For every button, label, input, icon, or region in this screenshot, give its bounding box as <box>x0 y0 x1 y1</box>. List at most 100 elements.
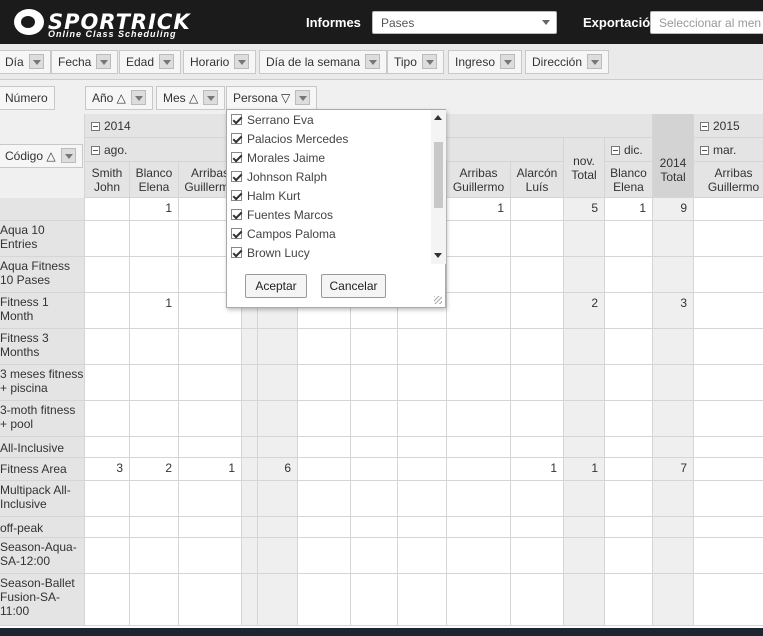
checkbox-checked-icon[interactable] <box>231 209 242 220</box>
value-cell <box>511 574 564 626</box>
persona-option[interactable]: Serrano Eva <box>227 110 431 129</box>
checkbox-checked-icon[interactable] <box>231 133 242 144</box>
collapse-icon[interactable] <box>91 146 100 155</box>
filter-dropdown-icon[interactable] <box>587 54 603 70</box>
persona-option[interactable]: Palacios Mercedes <box>227 129 431 148</box>
filter-dropdown-icon[interactable] <box>28 54 44 70</box>
persona-option[interactable]: Campos Paloma <box>227 224 431 243</box>
filter-dia-semana[interactable]: Día de la semana <box>259 50 388 74</box>
value-cell <box>564 401 605 437</box>
field-label: Código △ <box>5 149 56 163</box>
filter-ingreso[interactable]: Ingreso <box>448 50 523 74</box>
filter-dropdown-icon[interactable] <box>365 54 381 70</box>
filter-edad[interactable]: Edad <box>119 50 182 74</box>
popup-scrollbar[interactable] <box>431 110 446 264</box>
persona-option[interactable]: Johnson Ralph <box>227 167 431 186</box>
month-mar-header[interactable]: mar. <box>694 138 763 162</box>
filter-dropdown-icon[interactable] <box>500 54 516 70</box>
field-anio[interactable]: Año △ <box>85 86 153 110</box>
collapse-icon[interactable] <box>700 122 709 131</box>
cancel-button[interactable]: Cancelar <box>321 274 386 298</box>
field-dropdown-icon[interactable] <box>130 90 146 106</box>
value-cell <box>130 221 179 257</box>
checkbox-checked-icon[interactable] <box>231 247 242 258</box>
field-label: Persona ▽ <box>233 91 291 105</box>
value-cell <box>653 257 694 293</box>
value-cell <box>694 257 763 293</box>
value-cell <box>694 221 763 257</box>
checkbox-checked-icon[interactable] <box>231 114 242 125</box>
value-cell <box>242 458 258 481</box>
value-cell <box>694 517 763 538</box>
value-cell <box>694 538 763 574</box>
scroll-up-icon[interactable] <box>434 115 442 120</box>
resize-grip-icon[interactable] <box>434 296 442 304</box>
value-cell <box>605 517 653 538</box>
filter-dropdown-icon[interactable] <box>421 54 437 70</box>
checkbox-checked-icon[interactable] <box>231 228 242 239</box>
field-dropdown-icon[interactable] <box>203 90 219 106</box>
field-dropdown-icon[interactable] <box>295 90 311 106</box>
collapse-icon[interactable] <box>700 146 709 155</box>
row-header-area: Código △ <box>0 114 85 198</box>
filter-tipo[interactable]: Tipo <box>387 50 444 74</box>
value-cell <box>447 257 511 293</box>
persona-checkbox-list[interactable]: Serrano Eva Palacios Mercedes Morales Ja… <box>227 110 431 264</box>
filter-direccion[interactable]: Dirección <box>525 50 610 74</box>
persona-option-label: Morales Jaime <box>247 150 326 165</box>
informes-select[interactable]: Pases <box>372 11 557 34</box>
logo-subtitle: Online Class Scheduling <box>48 29 177 39</box>
field-mes[interactable]: Mes △ <box>156 86 226 110</box>
value-cell <box>447 329 511 365</box>
value-cell <box>605 437 653 458</box>
value-cell <box>351 538 398 574</box>
month-dic-header[interactable]: dic. <box>605 138 653 162</box>
field-numero[interactable]: Número <box>0 86 55 110</box>
checkbox-checked-icon[interactable] <box>231 171 242 182</box>
filter-horario[interactable]: Horario <box>183 50 257 74</box>
value-cell: 1 <box>130 198 179 221</box>
persona-option-label: Palacios Mercedes <box>247 131 349 146</box>
checkbox-checked-icon[interactable] <box>231 190 242 201</box>
logo-icon <box>14 9 44 35</box>
value-cell <box>85 517 130 538</box>
value-cell <box>511 401 564 437</box>
persona-option[interactable]: Fuentes Marcos <box>227 205 431 224</box>
filter-dropdown-icon[interactable] <box>96 54 112 70</box>
value-cell <box>605 574 653 626</box>
checkbox-checked-icon[interactable] <box>231 152 242 163</box>
informes-label: Informes <box>306 15 361 30</box>
year-2015-header[interactable]: 2015 <box>694 114 763 138</box>
value-cell <box>242 481 258 517</box>
field-persona[interactable]: Persona ▽ <box>226 86 318 110</box>
persona-option-label: Johnson Ralph <box>247 169 328 184</box>
filter-dropdown-icon[interactable] <box>234 54 250 70</box>
value-cell: 6 <box>258 458 298 481</box>
scroll-down-icon[interactable] <box>434 253 442 258</box>
month-nov-total-header: nov. Total <box>564 138 605 198</box>
value-cell <box>564 574 605 626</box>
filter-dropdown-icon[interactable] <box>159 54 175 70</box>
value-cell <box>653 574 694 626</box>
collapse-icon[interactable] <box>91 122 100 131</box>
value-cell <box>694 293 763 329</box>
accept-button[interactable]: Aceptar <box>245 274 307 298</box>
export-select[interactable]: Seleccionar al men <box>650 11 763 34</box>
collapse-icon[interactable] <box>611 146 620 155</box>
value-cell <box>130 329 179 365</box>
value-cell <box>298 517 351 538</box>
value-cell <box>130 365 179 401</box>
persona-option-label: Fuentes Marcos <box>247 207 334 222</box>
persona-option[interactable]: Morales Jaime <box>227 148 431 167</box>
persona-option[interactable]: Halm Kurt <box>227 186 431 205</box>
filter-fecha[interactable]: Fecha <box>51 50 119 74</box>
value-cell <box>242 538 258 574</box>
filter-dia[interactable]: Día <box>0 50 51 74</box>
value-cell: 2 <box>564 293 605 329</box>
persona-option[interactable]: Brown Lucy <box>227 243 431 262</box>
scroll-thumb[interactable] <box>434 142 443 208</box>
value-cell <box>242 437 258 458</box>
value-cell <box>398 481 447 517</box>
field-dropdown-icon[interactable] <box>60 148 76 164</box>
field-codigo[interactable]: Código △ <box>0 144 83 168</box>
